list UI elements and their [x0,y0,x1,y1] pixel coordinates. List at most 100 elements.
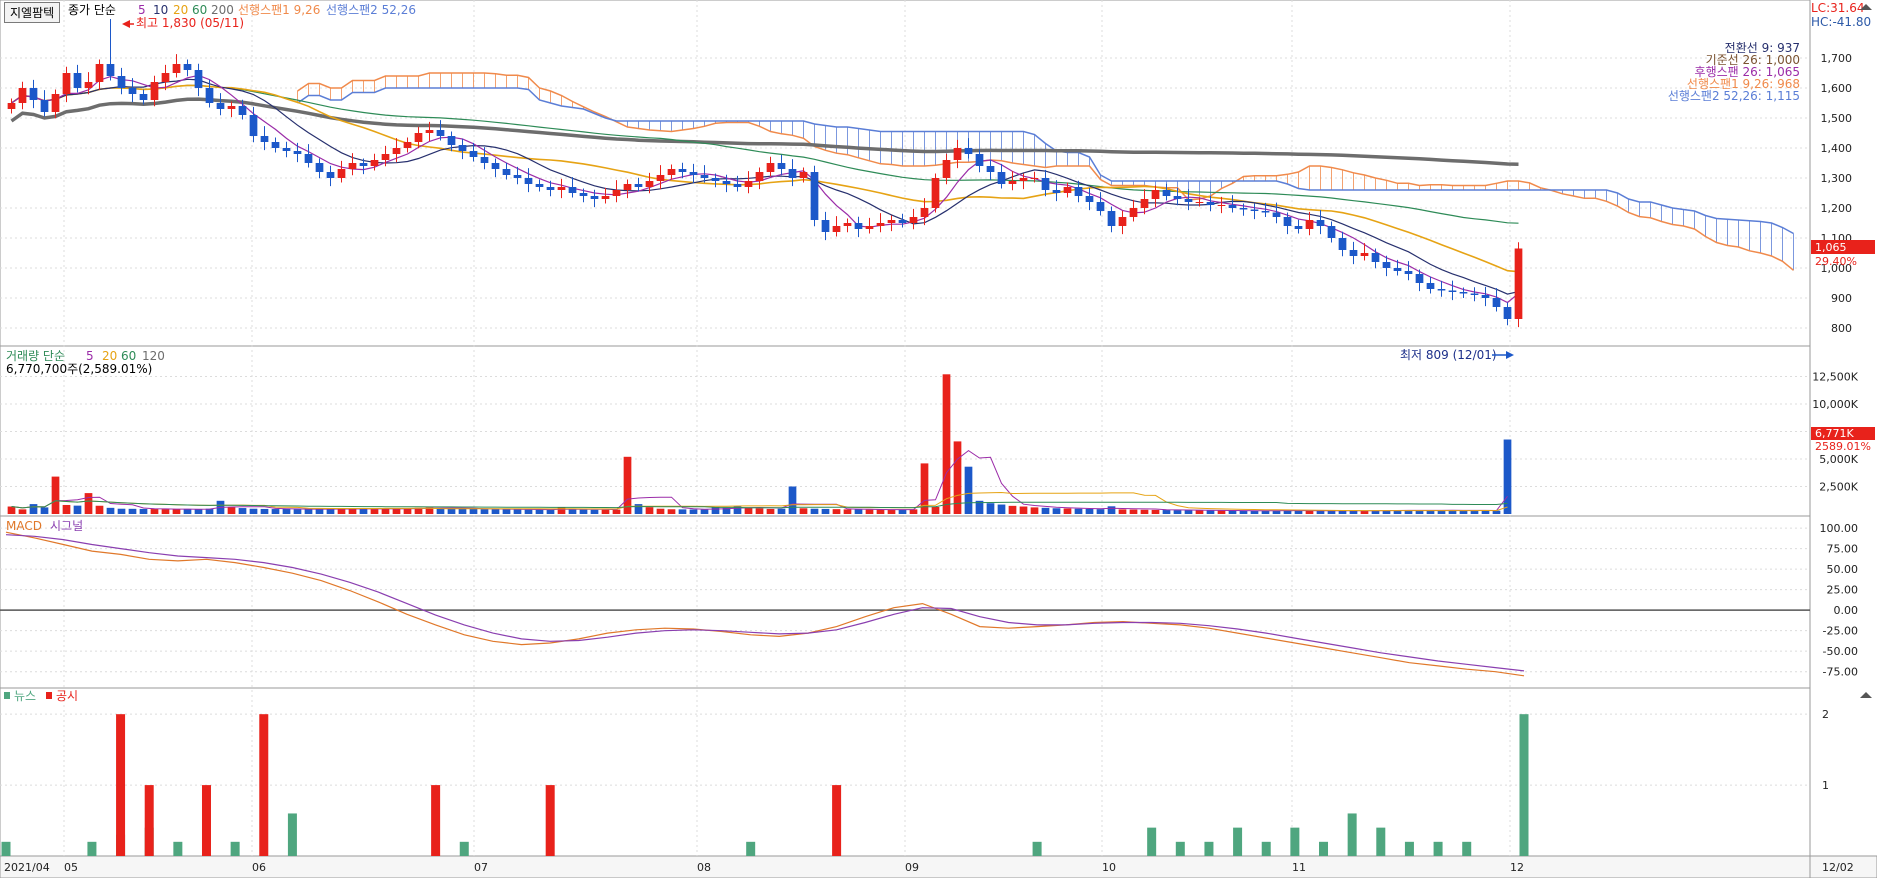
candle-up [1195,202,1204,203]
candle-up [1151,190,1160,199]
volume-bar [898,509,907,514]
volume-bar [1129,509,1138,514]
volume-bar [1063,508,1072,514]
candle-up [909,217,918,223]
disclosure-swatch-icon [46,692,52,699]
candle-up [337,169,346,178]
candle-up [172,64,181,73]
candle-up [612,190,621,196]
volume-bar [887,509,896,514]
volume-bar [502,509,511,514]
candle-down [194,70,203,88]
candle-up [931,178,940,208]
macd-label: MACD [6,519,42,533]
high-annotation: 최고 1,830 (05/11) [122,16,244,30]
candle-down [590,196,599,199]
news-bar [287,813,297,856]
volume-bar [381,508,390,514]
volume-bar [667,509,676,514]
volume-current-value: 6,771K [1815,427,1854,440]
candle-up [953,148,962,160]
candle-down [1492,298,1501,307]
volume-bar [51,476,60,514]
candle-down [238,106,247,115]
volume-bar [1173,510,1182,514]
volume-bar [656,508,665,514]
candle-down [216,103,225,109]
ma10-label: 10 [153,3,168,17]
candle-down [1107,211,1116,226]
volume-bar [1327,510,1336,514]
candle-down [1283,217,1292,226]
candle-down [777,163,786,169]
chart-canvas[interactable]: 1,7001,6001,5001,4001,3001,2001,1001,000… [0,0,1877,879]
candle-down [1041,178,1050,190]
volume-bar [370,509,379,514]
volume-bar [326,509,335,514]
candle-down [722,181,731,184]
candle-down [359,163,368,166]
volume-bar [1184,510,1193,514]
volume-bar [1151,509,1160,514]
volume-bar [876,509,885,514]
volume-bar [315,509,324,514]
news-bar [1204,841,1214,856]
volume-ma5-label: 5 [86,349,94,363]
volume-bar [7,506,16,514]
volume-bar [601,509,610,514]
price-tick-label: 1,600 [1821,82,1853,95]
candle-down [1074,187,1083,196]
volume-legend-label: 거래량 단순 [6,349,65,363]
candle-down [1470,293,1479,295]
news-bar [1175,841,1185,856]
volume-bar [744,507,753,514]
volume-bar [359,508,368,514]
price-tick-label: 1,300 [1821,172,1853,185]
candle-down [711,178,720,181]
high-annotation-text: 최고 1,830 (05/11) [136,16,244,30]
candle-down [139,94,148,100]
volume-bar [194,509,203,514]
volume-bar [964,466,973,514]
candle-down [1393,268,1402,271]
candle-up [623,184,632,190]
volume-bar [766,508,775,514]
volume-bar [348,508,357,514]
volume-bar [689,509,698,514]
volume-bar [84,493,93,514]
volume-bar [942,374,951,514]
volume-bar [821,508,830,514]
candle-up [84,82,93,88]
candle-up [1008,181,1017,184]
volume-bar [469,508,478,514]
volume-bar [458,508,467,514]
volume-bar [1426,510,1435,514]
indicator-button[interactable]: 지엘팜텍 [4,2,61,23]
volume-bar [1162,510,1171,514]
span1-label: 선행스팬1 9,26 [238,2,320,17]
volume-bar [392,508,401,514]
candle-up [1360,253,1369,256]
candle-down [821,220,830,232]
x-tick-label: 2021/04 [4,861,50,874]
candle-down [1415,274,1424,283]
stock-chart[interactable]: 1,700 1,600 1,500 1,400 1,300 1,200 1,100 1,000… [0,0,1877,879]
candle-down [1316,220,1325,226]
ma200-label: 200 [211,3,234,17]
candle-down [1338,238,1347,250]
volume-bar [40,507,49,514]
x-axis-bar [0,855,1877,879]
candle-up [755,172,764,181]
macd-tick-label: 50.00 [1827,563,1859,576]
volume-bar [810,508,819,514]
volume-bar [997,504,1006,514]
panel-scroll-up-icon[interactable] [1860,692,1872,698]
price-tick-label: 1,700 [1821,52,1853,65]
volume-bar [1118,509,1127,514]
x-tick-label: 12 [1510,861,1524,874]
candle-down [293,151,302,154]
candle-down [1228,205,1237,208]
news-bar [459,841,469,856]
news-bar [1462,841,1472,856]
candle-up [1140,199,1149,208]
